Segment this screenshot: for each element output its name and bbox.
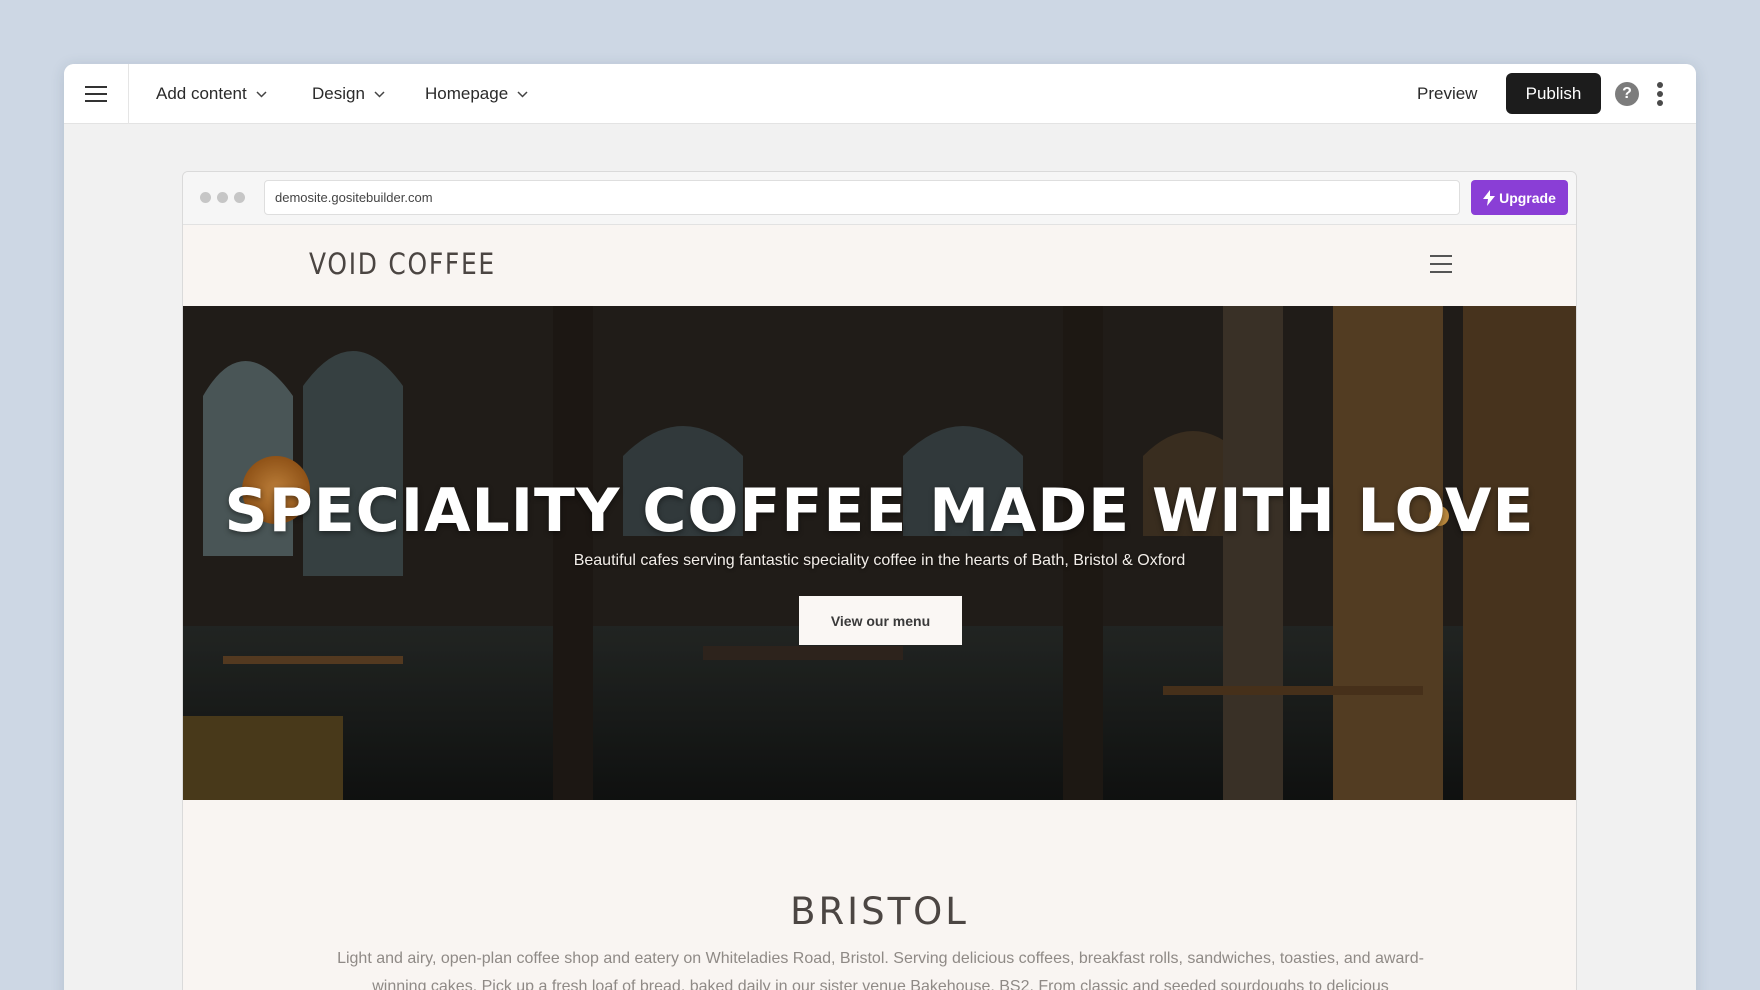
view-menu-button[interactable]: View our menu bbox=[799, 596, 962, 645]
add-content-label: Add content bbox=[156, 84, 247, 103]
editor-toolbar: Add content Design Homepage Preview Publ… bbox=[64, 64, 1696, 124]
design-dropdown[interactable]: Design bbox=[312, 64, 385, 124]
more-vertical-icon[interactable] bbox=[1655, 82, 1665, 106]
hero-section: SPECIALITY COFFEE MADE WITH LOVE Beautif… bbox=[183, 306, 1576, 800]
site-menu-icon[interactable] bbox=[1430, 255, 1452, 279]
homepage-dropdown[interactable]: Homepage bbox=[425, 64, 528, 124]
section-body: Light and airy, open-plan coffee shop an… bbox=[337, 950, 1424, 990]
chevron-down-icon bbox=[517, 90, 528, 98]
site-header: VOID COFFEE bbox=[183, 225, 1576, 306]
window-dot bbox=[217, 192, 228, 203]
main-menu-button[interactable] bbox=[64, 64, 129, 124]
chevron-down-icon bbox=[256, 90, 267, 98]
homepage-label: Homepage bbox=[425, 84, 509, 103]
publish-button[interactable]: Publish bbox=[1506, 73, 1601, 114]
editor-window: Add content Design Homepage Preview Publ… bbox=[64, 64, 1696, 990]
preview-button[interactable]: Preview bbox=[1417, 64, 1477, 124]
hero-subtitle: Beautiful cafes serving fantastic specia… bbox=[573, 552, 1186, 569]
section-title: BRISTOL bbox=[790, 890, 969, 933]
site-logo[interactable]: VOID COFFEE bbox=[309, 247, 496, 281]
url-field[interactable]: demosite.gositebuilder.com bbox=[264, 180, 1460, 215]
browser-bar: demosite.gositebuilder.com Upgrade bbox=[183, 172, 1576, 225]
window-dot bbox=[200, 192, 211, 203]
site-preview-frame: demosite.gositebuilder.com Upgrade VOID … bbox=[182, 171, 1577, 990]
help-icon[interactable]: ? bbox=[1615, 82, 1639, 106]
add-content-dropdown[interactable]: Add content bbox=[156, 64, 267, 124]
chevron-down-icon bbox=[374, 90, 385, 98]
lightning-icon bbox=[1483, 189, 1496, 206]
upgrade-button[interactable]: Upgrade bbox=[1471, 180, 1568, 215]
hero-title: SPECIALITY COFFEE MADE WITH LOVE bbox=[224, 476, 1535, 546]
upgrade-label: Upgrade bbox=[1499, 189, 1556, 206]
design-label: Design bbox=[312, 84, 365, 103]
window-dot bbox=[234, 192, 245, 203]
hamburger-menu-icon bbox=[85, 86, 107, 102]
